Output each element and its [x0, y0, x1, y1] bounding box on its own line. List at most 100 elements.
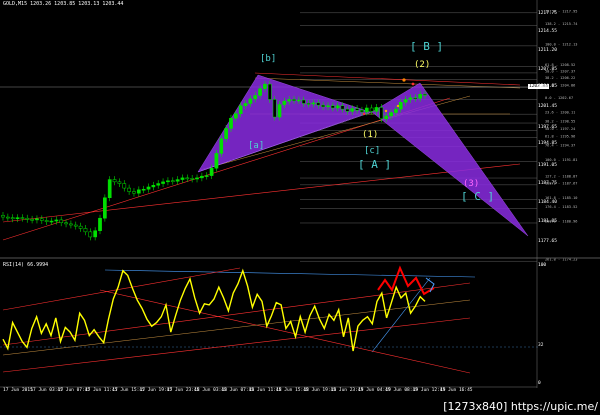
- candle-body: [64, 222, 68, 225]
- candle-body: [103, 197, 107, 219]
- candle-body: [35, 218, 39, 221]
- candle-body: [379, 107, 384, 120]
- candle-body: [219, 138, 224, 154]
- rsi-channel-top: [104, 269, 476, 278]
- candle-body: [267, 83, 272, 100]
- candle-body: [277, 104, 282, 118]
- candle-body: [233, 113, 238, 119]
- fib-level-label: 38.2 - 1206.22: [545, 76, 575, 80]
- time-axis-label: 17 Jun 2015: [3, 388, 33, 393]
- candle-body: [122, 183, 127, 189]
- fractal-dot: [402, 78, 406, 82]
- fib-level-label: 127.2 - 1188.87: [545, 175, 577, 179]
- rsi-axis-label: 32: [538, 343, 544, 349]
- price-axis-label: 1177.65: [538, 238, 557, 244]
- pattern-bcd-triangle: [371, 82, 529, 237]
- trendline-lower: [2, 163, 521, 223]
- price-axis-label: 1187.75: [538, 181, 557, 187]
- candle-body: [263, 83, 267, 89]
- candle-body: [408, 97, 413, 100]
- candle-body: [166, 180, 170, 183]
- rsi-trend-red-1: [2, 282, 471, 346]
- price-axis-label: 1191.05: [538, 162, 557, 168]
- wave-label-a-small: [a]: [248, 141, 264, 151]
- candle-body: [384, 115, 389, 120]
- wave-label-b-small: [b]: [260, 54, 276, 64]
- fractal-dot: [384, 109, 388, 113]
- watermark: [1273x840] https://upic.me/: [443, 400, 598, 413]
- fib-level-label: 100.0 - 1191.81: [545, 158, 577, 162]
- candle-body: [175, 179, 180, 182]
- price-axis-label: 1204.85: [538, 84, 557, 90]
- symbol-info: GOLD,M15 1203.26 1203.85 1203.13 1203.44: [3, 1, 124, 7]
- rsi-pane: [2, 268, 426, 352]
- wave-label-2: (2): [414, 60, 430, 70]
- candle-body: [1, 215, 5, 218]
- fib-level-label: 61.8 - 1195.96: [545, 134, 575, 138]
- candle-body: [49, 220, 54, 223]
- candle-body: [272, 99, 277, 118]
- candle-body: [30, 219, 34, 221]
- candle-body: [200, 175, 204, 179]
- price-axis-label: 1214.55: [538, 29, 557, 35]
- candle-body: [321, 104, 325, 108]
- candle-body: [369, 107, 374, 112]
- chart-canvas[interactable]: 161.8 - 1217.95138.2 - 1215.74100.0 - 12…: [0, 0, 600, 415]
- candle-body: [73, 224, 78, 227]
- wave-label-C: [ C ]: [461, 190, 494, 203]
- fib-level-label: 23.6 - 1200.11: [545, 111, 575, 115]
- wave-label-B: [ B ]: [410, 40, 443, 53]
- harmonic-pattern: [197, 74, 529, 237]
- fractal-dot: [411, 82, 415, 86]
- candle-body: [316, 102, 321, 106]
- candle-body: [340, 105, 345, 110]
- candle-body: [345, 108, 350, 112]
- candle-body: [6, 216, 10, 219]
- candle-body: [229, 117, 233, 129]
- candle-body: [301, 99, 306, 104]
- candle-body: [311, 102, 316, 105]
- candle-body: [98, 217, 102, 231]
- candle-body: [88, 231, 93, 238]
- candle-body: [112, 179, 117, 183]
- candle-body: [39, 218, 44, 221]
- price-axis-label: 1181.05: [538, 219, 557, 225]
- candle-body: [364, 107, 369, 113]
- candle-body: [146, 186, 151, 190]
- candle-body: [389, 112, 393, 117]
- candle-body: [117, 181, 122, 184]
- candle-body: [330, 105, 335, 109]
- fib-level-label: 0.0 - 1202.67: [545, 96, 573, 100]
- candle-body: [253, 95, 258, 100]
- candle-body: [59, 219, 64, 223]
- wave-label-c-small: [c]: [364, 146, 380, 156]
- candle-body: [161, 181, 165, 184]
- candle-body: [78, 225, 83, 229]
- fib-level-label: 176.4 - 1183.52: [545, 205, 577, 209]
- candle-body: [297, 99, 301, 102]
- time-axis-label: 19 Jun 16:45: [440, 388, 473, 393]
- rsi-axis-label: 0: [538, 381, 541, 386]
- candle-body: [190, 178, 195, 180]
- candle-body: [151, 185, 156, 188]
- candle-body: [335, 105, 340, 109]
- candle-body: [238, 105, 243, 114]
- rsi-axis-label: 100: [538, 263, 547, 268]
- candle-body: [209, 167, 214, 176]
- candle-body: [413, 97, 418, 99]
- candle-body: [292, 99, 296, 101]
- candle-body: [170, 180, 175, 182]
- candle-body: [423, 94, 427, 96]
- wave-label-1: (1): [362, 130, 378, 140]
- price-axis-label: 1197.65: [538, 125, 557, 131]
- price-axis-label: 1207.85: [538, 67, 557, 73]
- candle-body: [204, 175, 209, 177]
- candle-body: [350, 108, 355, 112]
- price-axis-label: 1217.75: [538, 10, 557, 16]
- price-axis-label: 1201.45: [538, 103, 557, 109]
- candle-body: [355, 108, 359, 111]
- wave-label-3: (3): [463, 179, 479, 189]
- candle-body: [403, 99, 408, 103]
- rsi-projection-zigzag: [377, 265, 435, 296]
- candle-body: [127, 187, 131, 192]
